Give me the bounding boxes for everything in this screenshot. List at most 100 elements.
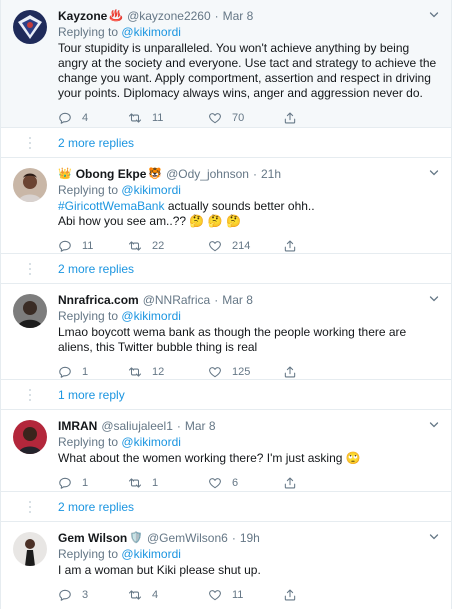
reply-button[interactable]: 1: [58, 365, 128, 379]
reply-icon: [58, 476, 72, 490]
reply-icon: [58, 365, 72, 379]
reply-button[interactable]: 1: [58, 476, 128, 490]
like-button[interactable]: 214: [208, 239, 283, 253]
shield-emoji: 🛡️: [129, 532, 143, 544]
reply-button[interactable]: 4: [58, 111, 128, 125]
thread-dots: [25, 137, 35, 152]
crown-emoji: 👑: [58, 168, 72, 180]
reply-button[interactable]: 11: [58, 239, 128, 253]
share-button[interactable]: [283, 476, 313, 490]
tweet-actions: 3 4 11: [58, 587, 439, 603]
avatar[interactable]: [13, 294, 47, 328]
replying-to: Replying to @kikimordi: [58, 435, 439, 450]
retweet-count: 1: [152, 477, 159, 489]
chevron-down-icon[interactable]: [429, 10, 439, 20]
like-count: 214: [232, 240, 251, 252]
timestamp[interactable]: Mar 8: [222, 292, 253, 308]
like-count: 70: [232, 112, 245, 124]
tiger-emoji: 🐯: [148, 168, 163, 180]
replying-to-link[interactable]: @kikimordi: [121, 183, 181, 197]
reply-thread: Kayzone ♨️ @kayzone2260 · Mar 8 Replying…: [0, 0, 452, 609]
timestamp[interactable]: 21h: [261, 166, 281, 182]
display-name[interactable]: Obong Ekpe: [76, 166, 147, 182]
heart-icon: [208, 588, 222, 602]
more-replies-link[interactable]: 2 more replies: [58, 136, 134, 150]
chevron-down-icon[interactable]: [429, 532, 439, 542]
replying-to-label: Replying to: [58, 183, 119, 197]
tweet-text-part: What about the women working there? I'm …: [58, 451, 343, 465]
share-icon: [283, 476, 297, 490]
more-replies-row: 2 more replies: [1, 492, 451, 522]
retweet-count: 4: [152, 589, 159, 601]
share-button[interactable]: [283, 365, 313, 379]
hashtag-link[interactable]: #GiricottWemaBank: [58, 199, 164, 213]
tweet-imran[interactable]: IMRAN @saliujaleel1 · Mar 8 Replying to …: [1, 410, 451, 492]
retweet-button[interactable]: 1: [128, 476, 208, 490]
tweet-obong-ekpe[interactable]: 👑 Obong Ekpe 🐯 @Ody_johnson · 21h Replyi…: [1, 158, 451, 254]
replying-to-label: Replying to: [58, 309, 119, 323]
share-button[interactable]: [283, 588, 313, 602]
like-button[interactable]: 70: [208, 111, 283, 125]
avatar[interactable]: [13, 10, 47, 44]
reply-icon: [58, 239, 72, 253]
replying-to: Replying to @kikimordi: [58, 309, 439, 324]
tweet-nnrafrica[interactable]: Nnrafrica.com @NNRafrica · Mar 8 Replyin…: [1, 284, 451, 380]
reply-count: 1: [82, 477, 89, 489]
more-replies-row: 2 more replies: [1, 254, 451, 284]
retweet-icon: [128, 111, 142, 125]
avatar[interactable]: [13, 168, 47, 202]
like-button[interactable]: 6: [208, 476, 283, 490]
avatar[interactable]: [13, 420, 47, 454]
like-button[interactable]: 11: [208, 588, 283, 602]
chevron-down-icon[interactable]: [429, 168, 439, 178]
share-button[interactable]: [283, 239, 313, 253]
more-replies-link[interactable]: 2 more replies: [58, 500, 134, 514]
display-name[interactable]: Nnrafrica.com: [58, 292, 139, 308]
tweet-text-part: actually sounds better ohh..: [164, 199, 315, 213]
replying-to-link[interactable]: @kikimordi: [121, 435, 181, 449]
user-handle[interactable]: @saliujaleel1: [101, 418, 173, 434]
replying-to-link[interactable]: @kikimordi: [121, 309, 181, 323]
more-replies-link[interactable]: 2 more replies: [58, 262, 134, 276]
tweet-text: #GiricottWemaBank actually sounds better…: [58, 199, 439, 229]
reply-count: 4: [82, 112, 89, 124]
replying-to-label: Replying to: [58, 435, 119, 449]
replying-to-link[interactable]: @kikimordi: [121, 547, 181, 561]
timestamp[interactable]: Mar 8: [185, 418, 216, 434]
retweet-icon: [128, 239, 142, 253]
like-button[interactable]: 125: [208, 365, 283, 379]
chevron-down-icon[interactable]: [429, 420, 439, 430]
more-replies-link[interactable]: 1 more reply: [58, 388, 125, 402]
retweet-button[interactable]: 22: [128, 239, 208, 253]
display-name[interactable]: Gem Wilson: [58, 530, 127, 546]
retweet-count: 22: [152, 240, 165, 252]
display-name[interactable]: Kayzone: [58, 8, 107, 24]
retweet-icon: [128, 365, 142, 379]
display-name[interactable]: IMRAN: [58, 418, 97, 434]
reply-button[interactable]: 3: [58, 588, 128, 602]
tweet-gem-wilson[interactable]: Gem Wilson 🛡️ @GemWilson6 · 19h Replying…: [1, 522, 451, 606]
retweet-icon: [128, 476, 142, 490]
chevron-down-icon[interactable]: [429, 294, 439, 304]
share-button[interactable]: [283, 111, 313, 125]
avatar[interactable]: [13, 532, 47, 566]
replying-to-link[interactable]: @kikimordi: [121, 25, 181, 39]
tweet-text: Lmao boycott wema bank as though the peo…: [58, 325, 407, 354]
reply-icon: [58, 588, 72, 602]
retweet-button[interactable]: 12: [128, 365, 208, 379]
retweet-button[interactable]: 4: [128, 588, 208, 602]
retweet-count: 12: [152, 366, 165, 378]
retweet-button[interactable]: 11: [128, 111, 208, 125]
tweet-text: What about the women working there? I'm …: [58, 451, 439, 466]
timestamp[interactable]: Mar 8: [223, 8, 254, 24]
thinking-emoji: 🤔 🤔 🤔: [189, 214, 241, 228]
timestamp[interactable]: 19h: [240, 530, 260, 546]
user-handle[interactable]: @Ody_johnson: [166, 166, 249, 182]
replying-to-label: Replying to: [58, 547, 119, 561]
user-handle[interactable]: @GemWilson6: [147, 530, 228, 546]
tweet-kayzone[interactable]: Kayzone ♨️ @kayzone2260 · Mar 8 Replying…: [1, 0, 451, 128]
user-handle[interactable]: @NNRafrica: [143, 292, 211, 308]
separator-dot: ·: [176, 419, 181, 433]
reply-icon: [58, 111, 72, 125]
user-handle[interactable]: @kayzone2260: [127, 8, 211, 24]
